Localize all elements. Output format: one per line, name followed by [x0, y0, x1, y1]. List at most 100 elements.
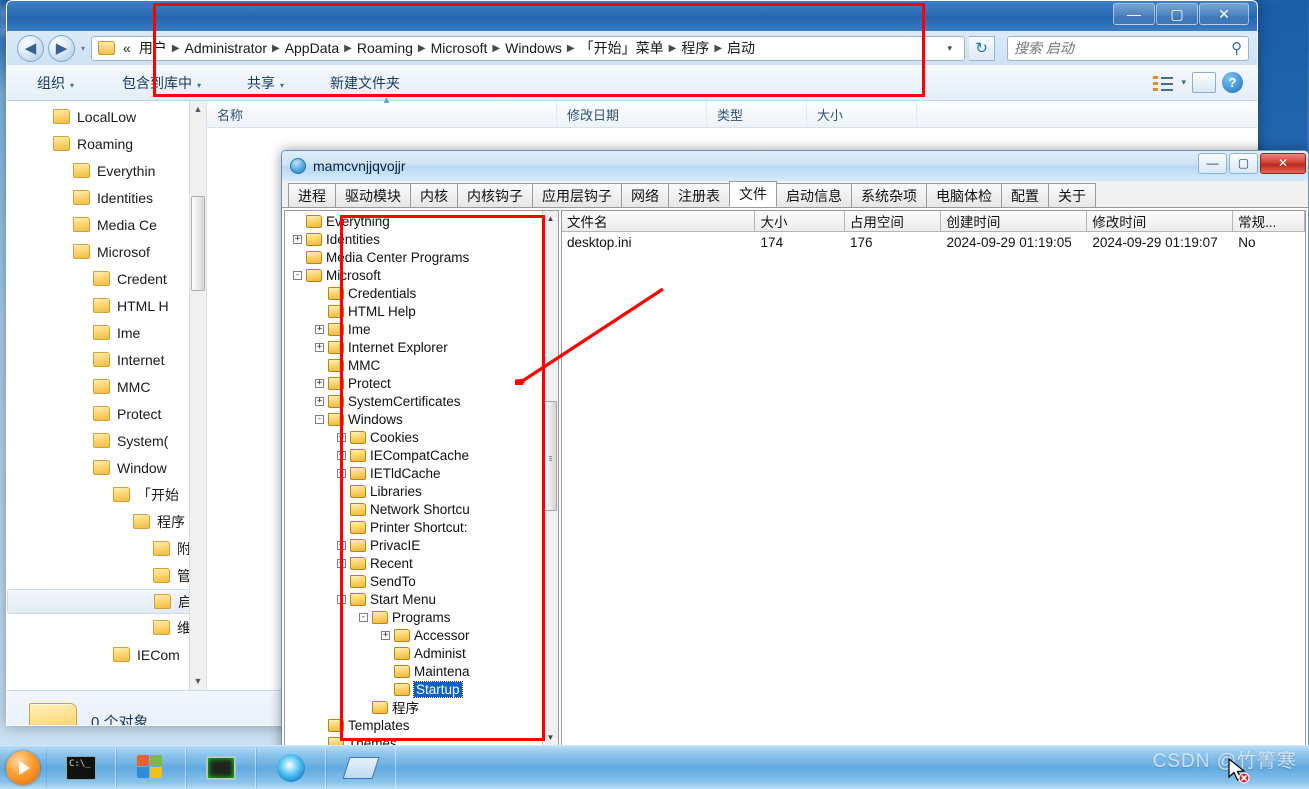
preview-pane-button[interactable]: [1192, 72, 1216, 93]
breadcrumb-dropdown-caret-icon[interactable]: ▾: [937, 43, 962, 54]
tab-内核钩子[interactable]: 内核钩子: [457, 183, 533, 207]
sidebar-item-Protect[interactable]: Protect: [7, 400, 206, 427]
tab-内核[interactable]: 内核: [410, 183, 458, 207]
file-column-header-4[interactable]: 修改时间: [1087, 211, 1233, 232]
tree-item-Maintena[interactable]: Maintena: [285, 662, 558, 680]
folder-tree-scrollbar[interactable]: ▲ ▼: [542, 211, 558, 746]
tree-item-Accessor[interactable]: +Accessor: [285, 626, 558, 644]
column-header-name[interactable]: ▲ 名称: [207, 101, 557, 127]
refresh-button[interactable]: ↻: [969, 36, 995, 61]
sidebar-item-Ime[interactable]: Ime: [7, 319, 206, 346]
sidebar-item-Microsof[interactable]: Microsof: [7, 238, 206, 265]
file-column-header-2[interactable]: 占用空间: [845, 211, 942, 232]
expand-icon[interactable]: +: [315, 379, 324, 388]
tree-item-Ime[interactable]: +Ime: [285, 320, 558, 338]
tab-应用层钩子[interactable]: 应用层钩子: [532, 183, 622, 207]
expand-icon[interactable]: +: [337, 469, 346, 478]
file-column-header-1[interactable]: 大小: [755, 211, 844, 232]
breadcrumb-prefix[interactable]: «: [119, 38, 135, 58]
tree-item-Everything[interactable]: Everything: [285, 212, 558, 230]
tree-item-Programs[interactable]: -Programs: [285, 608, 558, 626]
expand-icon[interactable]: +: [337, 559, 346, 568]
expand-icon[interactable]: +: [337, 541, 346, 550]
sidebar-item-LocalLow[interactable]: LocalLow: [7, 103, 206, 130]
breadcrumb-item-appdata[interactable]: AppData: [281, 38, 343, 58]
start-button[interactable]: [0, 748, 46, 788]
tab-注册表[interactable]: 注册表: [668, 183, 730, 207]
sidebar-item-Internet[interactable]: Internet: [7, 346, 206, 373]
tab-启动信息[interactable]: 启动信息: [776, 183, 852, 207]
sidebar-item-IECom[interactable]: IECom: [7, 641, 206, 668]
tab-进程[interactable]: 进程: [288, 183, 336, 207]
tool-maximize-button[interactable]: ▢: [1229, 153, 1258, 174]
file-column-header-5[interactable]: 常规...: [1233, 211, 1305, 232]
breadcrumb-item-roaming[interactable]: Roaming: [353, 38, 417, 58]
taskbar-item-parallelogram-app[interactable]: [326, 748, 396, 788]
search-input[interactable]: [1014, 40, 1231, 56]
tree-item-HTML Help[interactable]: HTML Help: [285, 302, 558, 320]
sidebar-item-Identities[interactable]: Identities: [7, 184, 206, 211]
tree-item-Media Center Programs[interactable]: Media Center Programs: [285, 248, 558, 266]
sidebar-item-Credent[interactable]: Credent: [7, 265, 206, 292]
organize-button[interactable]: 组织▾: [25, 68, 86, 98]
taskbar-item-windows-search[interactable]: [116, 748, 186, 788]
taskbar-item-blue-app[interactable]: [256, 748, 326, 788]
scroll-down-icon[interactable]: ▼: [543, 730, 558, 746]
history-dropdown-caret-icon[interactable]: ▾: [79, 44, 87, 53]
tree-item-Cookies[interactable]: +Cookies: [285, 428, 558, 446]
tab-文件[interactable]: 文件: [729, 181, 777, 207]
tab-配置[interactable]: 配置: [1001, 183, 1049, 207]
sidebar-item-附件[interactable]: 附件: [7, 535, 206, 562]
search-box[interactable]: ⚲: [1007, 36, 1249, 61]
tree-item-Recent[interactable]: +Recent: [285, 554, 558, 572]
include-in-library-button[interactable]: 包含到库中▾: [110, 68, 213, 98]
sidebar-item-System([interactable]: System(: [7, 427, 206, 454]
sidebar-item-Roaming[interactable]: Roaming: [7, 130, 206, 157]
breadcrumb-item-users[interactable]: 用户: [135, 36, 171, 60]
share-button[interactable]: 共享▾: [235, 68, 296, 98]
explorer-maximize-button[interactable]: ▢: [1156, 3, 1198, 25]
tree-item-程序[interactable]: 程序: [285, 698, 558, 716]
scroll-down-icon[interactable]: ▼: [190, 673, 206, 690]
breadcrumb-item-windows[interactable]: Windows: [501, 38, 566, 58]
tree-item-Libraries[interactable]: Libraries: [285, 482, 558, 500]
tree-item-Start Menu[interactable]: -Start Menu: [285, 590, 558, 608]
file-column-header-3[interactable]: 创建时间: [941, 211, 1087, 232]
new-folder-button[interactable]: 新建文件夹: [318, 68, 412, 98]
tree-item-Microsoft[interactable]: -Microsoft: [285, 266, 558, 284]
tree-item-Identities[interactable]: +Identities: [285, 230, 558, 248]
sidebar-item-Everythin[interactable]: Everythin: [7, 157, 206, 184]
scrollbar-thumb[interactable]: [191, 196, 205, 291]
collapse-icon[interactable]: -: [315, 415, 324, 424]
tree-item-Protect[interactable]: +Protect: [285, 374, 558, 392]
tab-网络[interactable]: 网络: [621, 183, 669, 207]
expand-icon[interactable]: +: [337, 451, 346, 460]
explorer-close-button[interactable]: ✕: [1199, 3, 1249, 25]
column-header-size[interactable]: 大小: [807, 101, 917, 127]
tree-item-SystemCertificates[interactable]: +SystemCertificates: [285, 392, 558, 410]
list-view-icon[interactable]: [1153, 74, 1175, 92]
sidebar-item-Window[interactable]: Window: [7, 454, 206, 481]
explorer-minimize-button[interactable]: —: [1113, 3, 1155, 25]
back-button[interactable]: ◀: [17, 35, 44, 62]
expand-icon[interactable]: +: [315, 343, 324, 352]
tree-item-Credentials[interactable]: Credentials: [285, 284, 558, 302]
sidebar-item-启动[interactable]: 启动: [7, 589, 206, 614]
expand-icon[interactable]: +: [315, 325, 324, 334]
sidebar-item-MMC[interactable]: MMC: [7, 373, 206, 400]
sidebar-item-Media Ce[interactable]: Media Ce: [7, 211, 206, 238]
column-header-date-modified[interactable]: 修改日期: [557, 101, 707, 127]
tree-item-Internet Explorer[interactable]: +Internet Explorer: [285, 338, 558, 356]
breadcrumb-item-administrator[interactable]: Administrator: [181, 38, 271, 58]
taskbar-item-command-prompt[interactable]: C:\_: [46, 748, 116, 788]
sidebar-item-维护[interactable]: 维护: [7, 614, 206, 641]
tree-item-Administ[interactable]: Administ: [285, 644, 558, 662]
sidebar-item-「开始[interactable]: 「开始: [7, 481, 206, 508]
table-row[interactable]: desktop.ini1741762024-09-29 01:19:052024…: [562, 232, 1305, 252]
tree-item-MMC[interactable]: MMC: [285, 356, 558, 374]
collapse-icon[interactable]: -: [337, 595, 346, 604]
sidebar-item-HTML H[interactable]: HTML H: [7, 292, 206, 319]
help-button[interactable]: ?: [1222, 72, 1243, 93]
column-header-type[interactable]: 类型: [707, 101, 807, 127]
scroll-up-icon[interactable]: ▲: [190, 101, 206, 118]
